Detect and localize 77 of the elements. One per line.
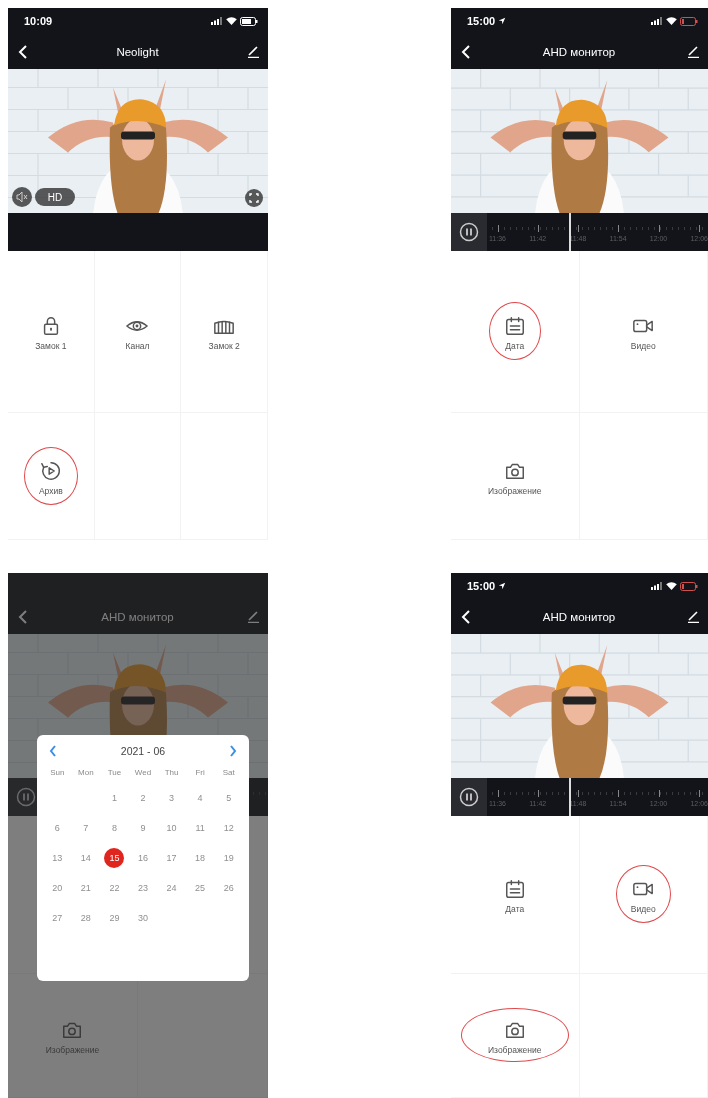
calendar-day[interactable]: 5: [218, 788, 239, 808]
calendar-day[interactable]: 21: [75, 878, 96, 898]
calendar-day[interactable]: 19: [218, 848, 239, 868]
wifi-icon: [226, 17, 237, 25]
edit-icon[interactable]: [687, 45, 700, 58]
calendar-icon: [503, 878, 526, 901]
status-time: 10:09: [24, 15, 53, 27]
edit-icon[interactable]: [687, 610, 700, 623]
action-button[interactable]: Замок 1: [20, 302, 82, 361]
back-icon[interactable]: [18, 44, 28, 59]
weekday-label: Tue: [106, 767, 123, 777]
weekday-label: Sat: [221, 767, 236, 777]
calendar-day[interactable]: 23: [133, 878, 153, 898]
replay-icon: [39, 459, 62, 482]
signal-icon: [211, 17, 223, 25]
calendar-day[interactable]: 9: [133, 818, 153, 838]
pause-icon: [459, 222, 479, 242]
status-time: 15:00: [467, 15, 496, 27]
pause-icon: [16, 787, 36, 807]
speaker-muted-icon: [16, 191, 28, 203]
weekday-label: Wed: [133, 767, 153, 777]
signal-icon: [651, 17, 663, 25]
action-button[interactable]: Канал: [110, 302, 165, 361]
calendar-day[interactable]: 25: [190, 878, 211, 898]
pause-icon: [459, 787, 479, 807]
edit-icon[interactable]: [247, 45, 260, 58]
calendar-day[interactable]: 18: [190, 848, 211, 868]
weekday-label: Thu: [163, 767, 180, 777]
calendar-day[interactable]: 12: [218, 818, 239, 838]
action-button[interactable]: Дата: [488, 865, 541, 924]
calendar-day[interactable]: 3: [161, 788, 182, 808]
action-button[interactable]: Изображение: [18, 1008, 127, 1063]
action-button[interactable]: Изображение: [460, 448, 569, 503]
playhead[interactable]: [568, 778, 571, 816]
calendar-day[interactable]: 26: [218, 878, 239, 898]
wifi-icon: [666, 582, 677, 590]
calendar-day[interactable]: 15: [104, 848, 125, 868]
pause-button[interactable]: [451, 778, 487, 816]
weekday-label: Fri: [194, 767, 206, 777]
fullscreen-icon: [249, 193, 259, 203]
calendar-day[interactable]: 10: [161, 818, 182, 838]
calendar-day[interactable]: 17: [161, 848, 182, 868]
calendar-day[interactable]: 13: [47, 848, 68, 868]
calendar-day[interactable]: 14: [75, 848, 96, 868]
calendar-day[interactable]: 8: [104, 818, 125, 838]
back-icon[interactable]: [461, 44, 471, 59]
playhead[interactable]: [568, 213, 571, 251]
calendar-day[interactable]: 22: [104, 878, 125, 898]
calendar-day[interactable]: 11: [190, 818, 211, 838]
calendar-icon: [503, 315, 526, 338]
screen-title: Neolight: [115, 45, 160, 58]
calendar-day[interactable]: 30: [133, 908, 153, 928]
screen-title: AHD монитор: [100, 610, 175, 623]
action-button[interactable]: Видео: [615, 302, 671, 361]
calendar-day[interactable]: 28: [75, 908, 96, 928]
calendar-day[interactable]: 29: [104, 908, 125, 928]
pause-button[interactable]: [451, 213, 487, 251]
hd-button[interactable]: HD: [35, 188, 75, 206]
calendar-day[interactable]: 24: [161, 878, 182, 898]
calendar-month: 2021 - 06: [120, 745, 166, 757]
screen-title: AHD монитор: [541, 610, 617, 623]
action-button[interactable]: Замок 2: [193, 302, 255, 361]
calendar-day[interactable]: 7: [75, 818, 96, 838]
calendar-day[interactable]: 6: [47, 818, 68, 838]
calendar-day[interactable]: 20: [47, 878, 68, 898]
weekday-label: Sun: [49, 767, 66, 777]
status-time: 15:00: [467, 580, 496, 592]
back-icon[interactable]: [461, 609, 471, 624]
signal-icon: [651, 582, 663, 590]
calendar-day[interactable]: 27: [47, 908, 68, 928]
calendar-day[interactable]: 2: [133, 788, 153, 808]
calendar-day[interactable]: 1: [104, 788, 125, 808]
weekday-label: Mon: [77, 767, 95, 777]
wifi-icon: [666, 17, 677, 25]
calendar-day[interactable]: 4: [190, 788, 211, 808]
calendar-day[interactable]: 16: [133, 848, 153, 868]
screen-title: AHD монитор: [541, 45, 617, 58]
